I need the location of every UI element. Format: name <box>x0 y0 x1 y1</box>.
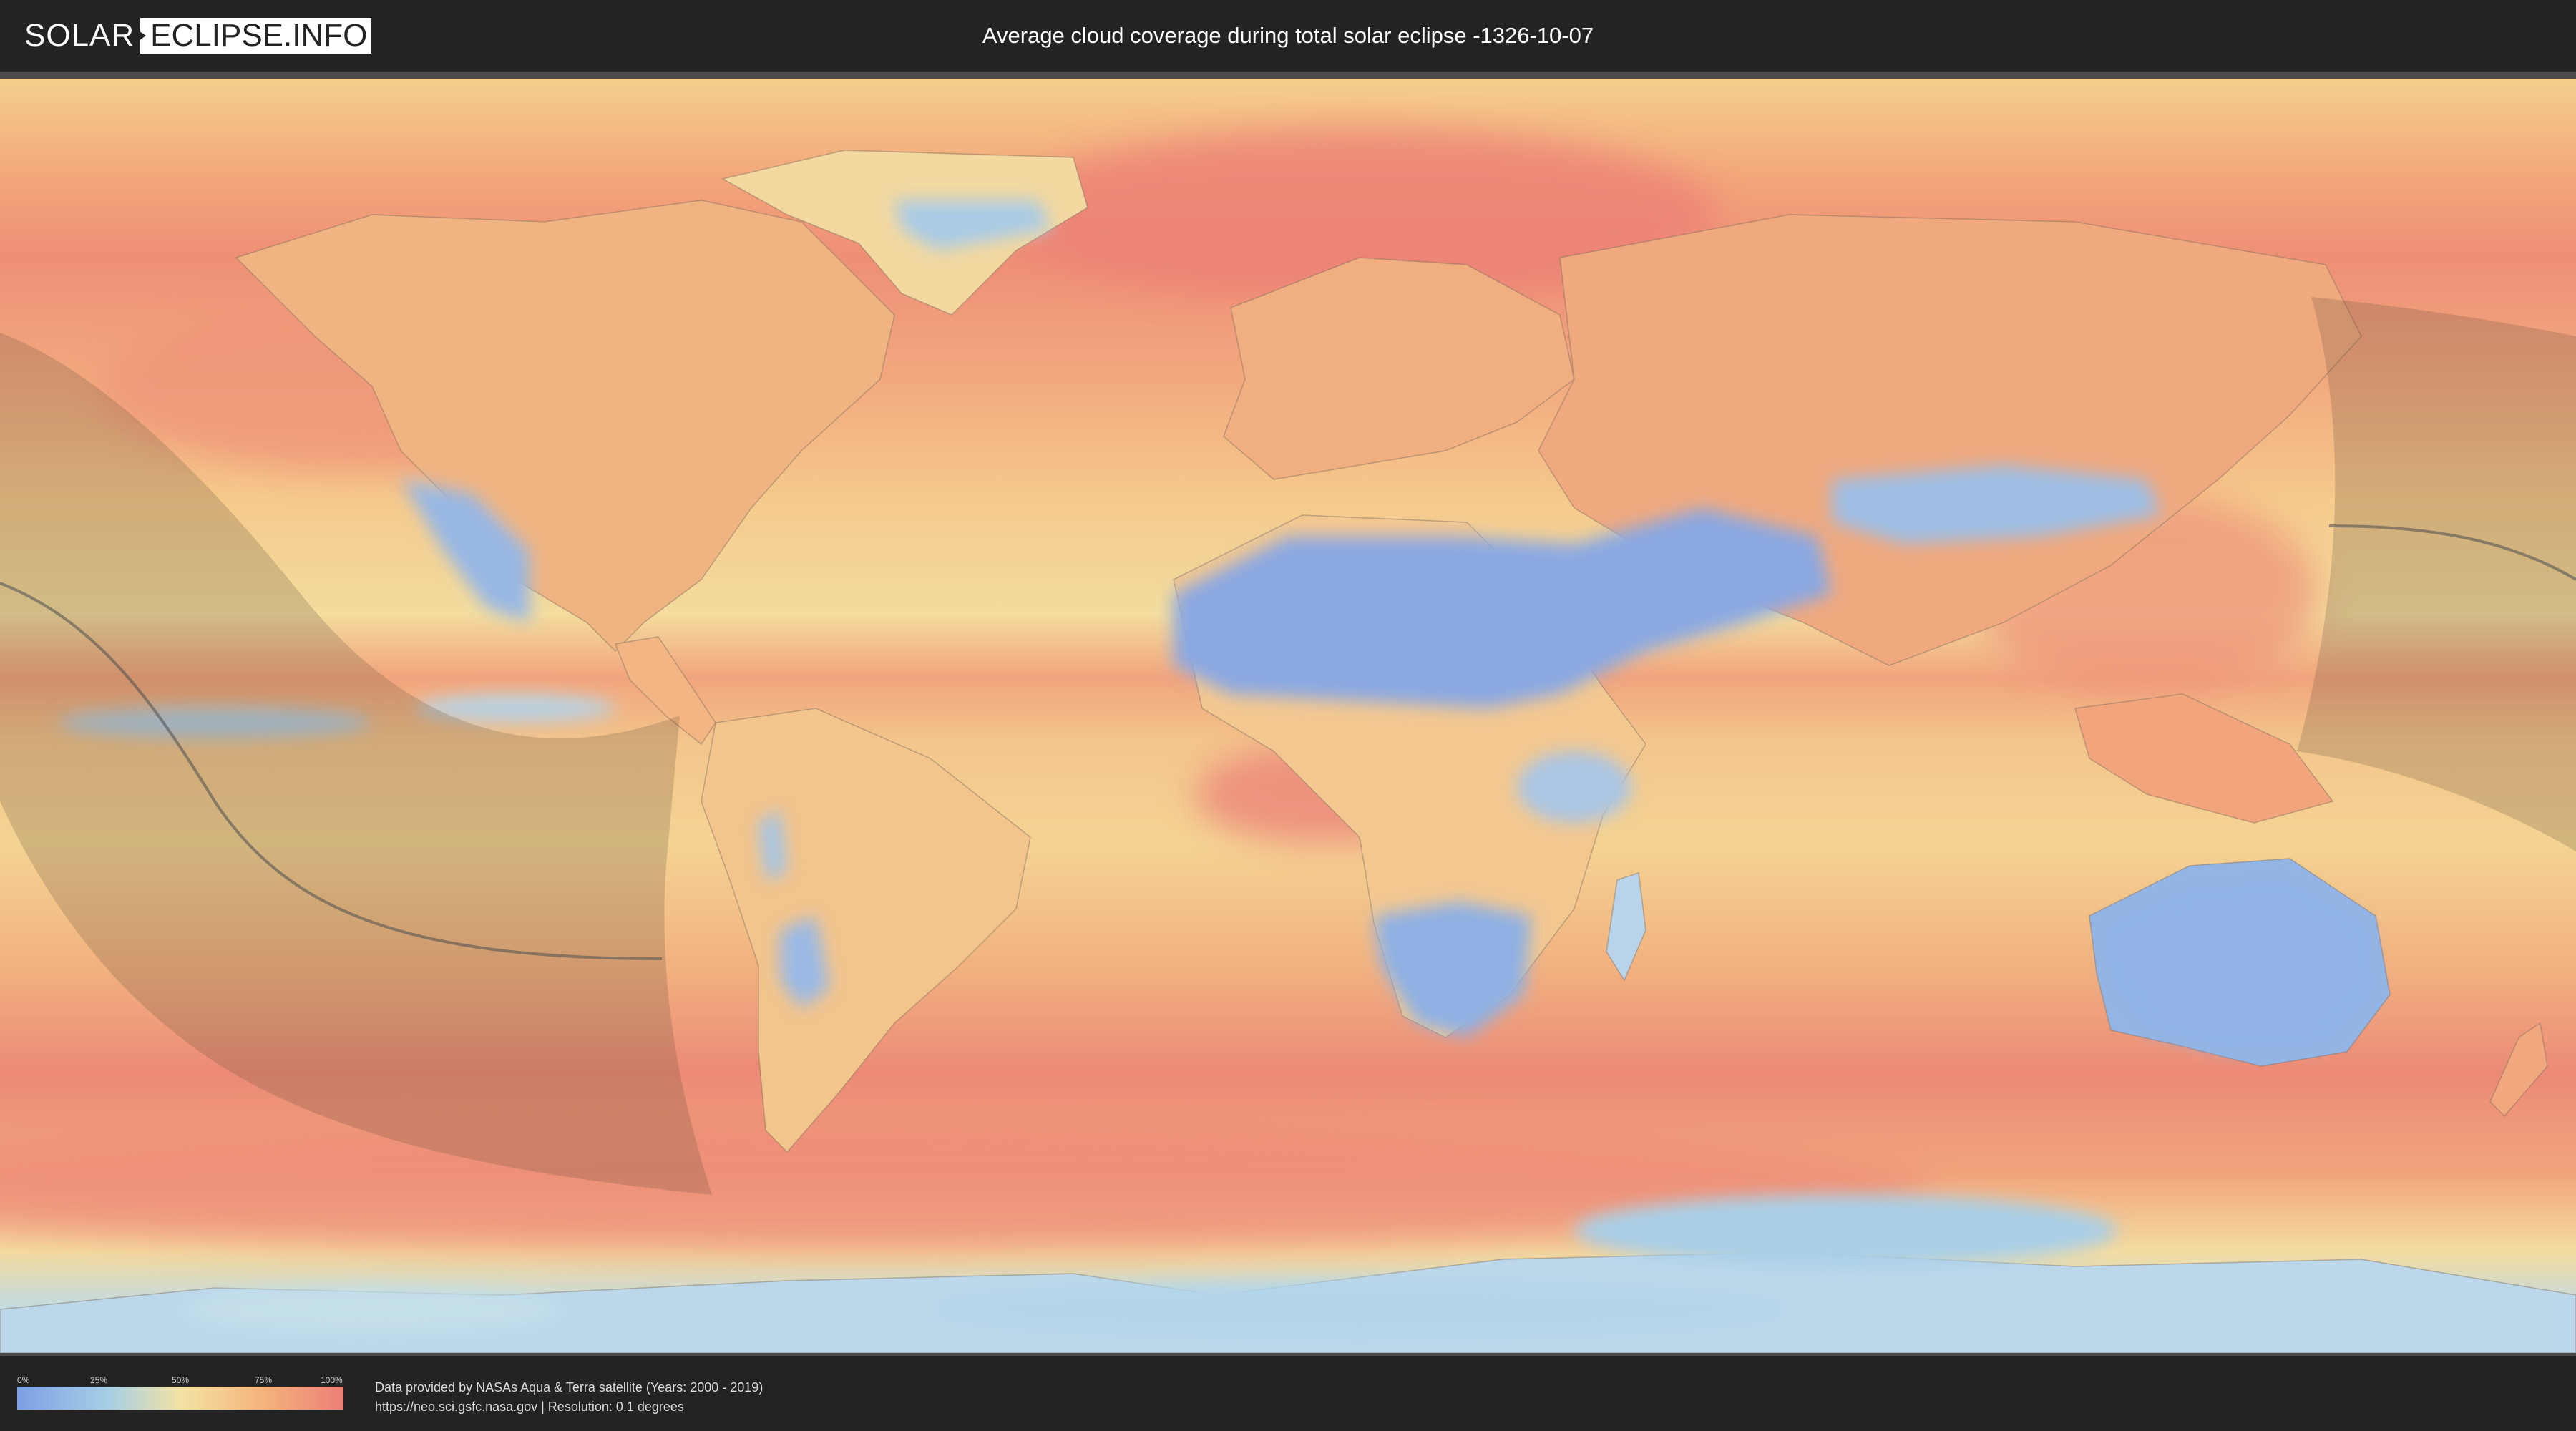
legend-tick-50: 50% <box>172 1375 190 1385</box>
legend-color-scale <box>17 1387 343 1410</box>
legend-ticks: 0% 25% 50% 75% 100% <box>17 1375 343 1387</box>
page-title: Average cloud coverage during total sola… <box>982 23 1594 48</box>
credits-source: Data provided by NASAs Aqua & Terra sate… <box>375 1380 763 1395</box>
top-bar: SOLAR ECLIPSE.INFO Average cloud coverag… <box>0 0 2576 72</box>
cloud-coverage-map[interactable] <box>0 72 2576 1356</box>
legend-tick-25: 25% <box>90 1375 108 1385</box>
legend-tick-75: 75% <box>255 1375 273 1385</box>
world-map <box>0 79 2576 1353</box>
legend-tick-0: 0% <box>17 1375 30 1385</box>
legend-tick-100: 100% <box>321 1375 343 1385</box>
credits-link[interactable]: https://neo.sci.gsfc.nasa.gov | Resoluti… <box>375 1397 763 1417</box>
cloud-coverage-legend: 0% 25% 50% 75% 100% <box>17 1375 343 1410</box>
data-credits: Data provided by NASAs Aqua & Terra sate… <box>375 1378 763 1417</box>
